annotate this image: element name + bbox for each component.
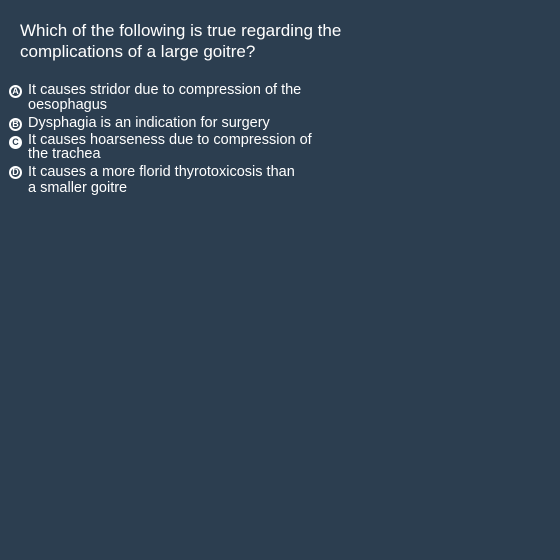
radio-b-icon[interactable]: B	[9, 118, 22, 131]
radio-a-icon[interactable]: A	[9, 85, 22, 98]
option-d-label: It causes a more florid thyrotoxicosis t…	[28, 164, 295, 196]
option-c[interactable]: C It causes hoarseness due to compressio…	[9, 132, 349, 162]
option-a-label: It causes stridor due to compression of …	[28, 82, 302, 113]
option-d[interactable]: D It causes a more florid thyrotoxicosis…	[9, 164, 349, 196]
option-b-label: Dysphagia is an indication for surgery	[28, 115, 270, 131]
question-text: Which of the following is true regarding…	[20, 21, 342, 61]
answer-options: A It causes stridor due to compression o…	[9, 83, 349, 199]
radio-c-selected-icon[interactable]: C	[9, 136, 22, 149]
option-c-label: It causes hoarseness due to compression …	[28, 132, 312, 162]
option-a[interactable]: A It causes stridor due to compression o…	[9, 83, 349, 113]
radio-d-icon[interactable]: D	[9, 166, 22, 179]
option-b[interactable]: B Dysphagia is an indication for surgery	[9, 116, 349, 131]
